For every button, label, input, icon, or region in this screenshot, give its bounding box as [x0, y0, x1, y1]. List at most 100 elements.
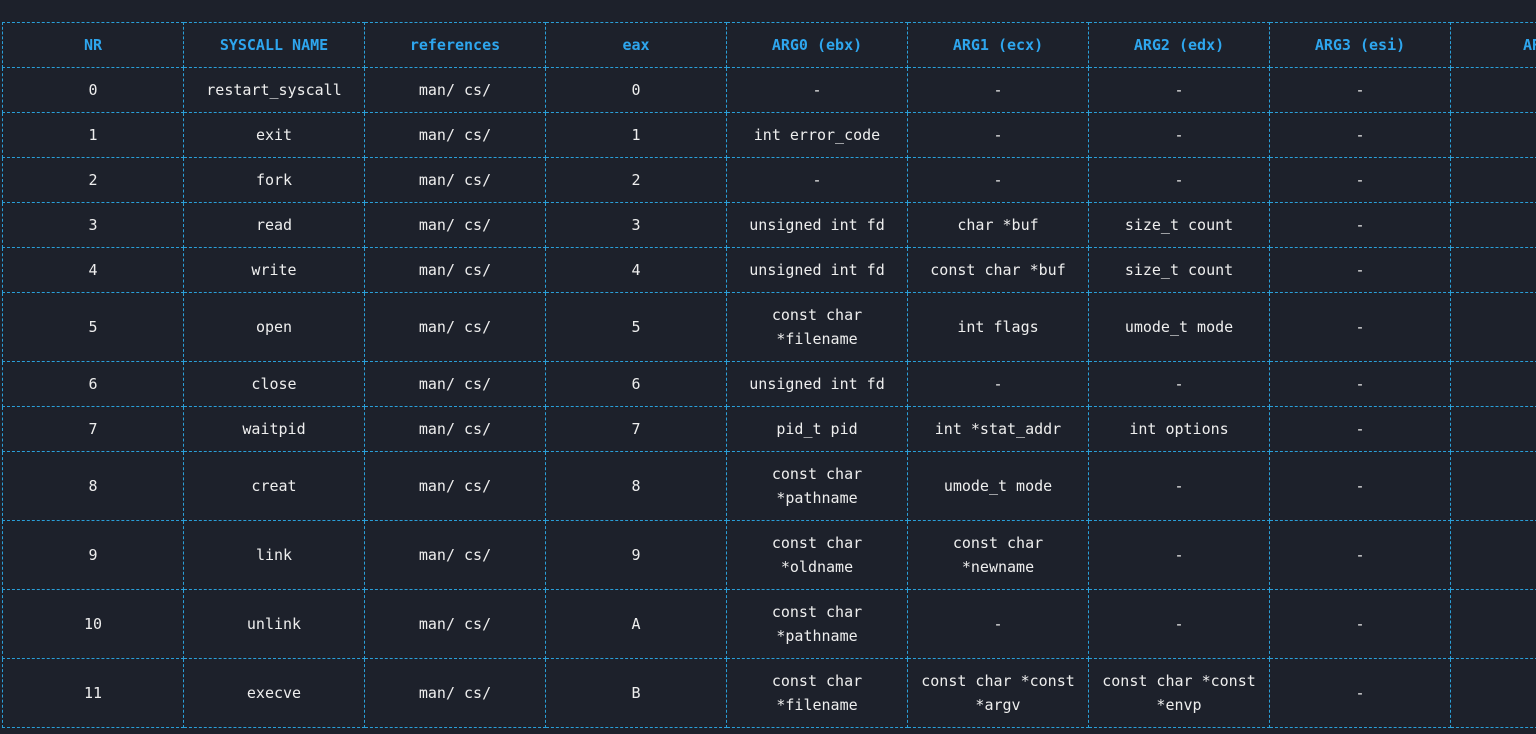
cell-arg4: - — [1450, 247, 1536, 293]
table-row: 5 open man/ cs/5 const char *filename int fl… — [2, 292, 1536, 362]
cell-arg3: - — [1269, 292, 1451, 362]
cell-references[interactable]: man/ cs/ — [364, 520, 546, 590]
cell-syscall-name: exit — [183, 112, 365, 158]
cell-references[interactable]: man/ cs/ — [364, 361, 546, 407]
cell-arg2: - — [1088, 361, 1270, 407]
cell-syscall-name: restart_syscall — [183, 67, 365, 113]
table-row: 4 write man/ cs/4 unsigned int fd const char… — [2, 247, 1536, 293]
cell-arg3: - — [1269, 658, 1451, 728]
cell-syscall-name: close — [183, 361, 365, 407]
cell-arg3: - — [1269, 520, 1451, 590]
cell-references[interactable]: man/ cs/ — [364, 112, 546, 158]
cell-references[interactable]: man/ cs/ — [364, 157, 546, 203]
header-row: NR SYSCALL NAME references eax ARG0 (ebx… — [2, 22, 1536, 68]
cell-eax: 2 — [545, 157, 727, 203]
cell-eax: 0 — [545, 67, 727, 113]
header-nr[interactable]: NR — [2, 22, 184, 68]
cell-arg0: - — [726, 67, 908, 113]
cell-references[interactable]: man/ cs/ — [364, 67, 546, 113]
cell-arg3: - — [1269, 202, 1451, 248]
cell-arg4: - — [1450, 292, 1536, 362]
cell-arg1: int flags — [907, 292, 1089, 362]
header-references[interactable]: references — [364, 22, 546, 68]
cell-arg2: size_t count — [1088, 202, 1270, 248]
cell-nr: 2 — [2, 157, 184, 203]
cell-references[interactable]: man/ cs/ — [364, 451, 546, 521]
table-row: 8 creat man/ cs/8 const char *pathname umode… — [2, 451, 1536, 521]
cell-arg2: const char *const *envp — [1088, 658, 1270, 728]
cell-arg1: int *stat_addr — [907, 406, 1089, 452]
cell-arg2: - — [1088, 67, 1270, 113]
header-arg3[interactable]: ARG3 (esi) — [1269, 22, 1451, 68]
cell-arg4: - — [1450, 361, 1536, 407]
cell-syscall-name: execve — [183, 658, 365, 728]
cell-eax: 6 — [545, 361, 727, 407]
cell-arg0: const char *pathname — [726, 589, 908, 659]
cell-references[interactable]: man/ cs/ — [364, 658, 546, 728]
cell-nr: 8 — [2, 451, 184, 521]
cell-syscall-name: creat — [183, 451, 365, 521]
cell-nr: 9 — [2, 520, 184, 590]
header-syscall-name[interactable]: SYSCALL NAME — [183, 22, 365, 68]
cell-references[interactable]: man/ cs/ — [364, 292, 546, 362]
cell-arg2: - — [1088, 520, 1270, 590]
table-row: 0restart_syscallman/ cs/0----- — [2, 67, 1536, 113]
cell-arg1: umode_t mode — [907, 451, 1089, 521]
cell-arg1: - — [907, 112, 1089, 158]
cell-references[interactable]: man/ cs/ — [364, 247, 546, 293]
cell-nr: 4 — [2, 247, 184, 293]
cell-arg3: - — [1269, 589, 1451, 659]
cell-arg4: - — [1450, 658, 1536, 728]
cell-syscall-name: fork — [183, 157, 365, 203]
cell-arg4: - — [1450, 67, 1536, 113]
cell-references[interactable]: man/ cs/ — [364, 406, 546, 452]
cell-eax: 8 — [545, 451, 727, 521]
table-row: 9 link man/ cs/9 const char *oldname const c… — [2, 520, 1536, 590]
cell-arg3: - — [1269, 361, 1451, 407]
cell-arg2: size_t count — [1088, 247, 1270, 293]
cell-arg0: const char *pathname — [726, 451, 908, 521]
table-row: 1exitman/ cs/1int error_code---- — [2, 112, 1536, 158]
cell-arg0: const char *filename — [726, 292, 908, 362]
cell-eax: 7 — [545, 406, 727, 452]
cell-nr: 11 — [2, 658, 184, 728]
cell-arg0: unsigned int fd — [726, 247, 908, 293]
cell-arg2: int options — [1088, 406, 1270, 452]
cell-syscall-name: waitpid — [183, 406, 365, 452]
cell-arg1: - — [907, 361, 1089, 407]
cell-references[interactable]: man/ cs/ — [364, 202, 546, 248]
cell-arg0: unsigned int fd — [726, 361, 908, 407]
cell-nr: 3 — [2, 202, 184, 248]
cell-arg1: const char *buf — [907, 247, 1089, 293]
cell-references[interactable]: man/ cs/ — [364, 589, 546, 659]
cell-arg3: - — [1269, 451, 1451, 521]
table-header: NR SYSCALL NAME references eax ARG0 (ebx… — [2, 22, 1536, 68]
cell-arg4: - — [1450, 451, 1536, 521]
cell-arg0: int error_code — [726, 112, 908, 158]
cell-arg2: umode_t mode — [1088, 292, 1270, 362]
table-row: 11 execve man/ cs/Bconst char *filename con… — [2, 658, 1536, 728]
cell-syscall-name: unlink — [183, 589, 365, 659]
cell-nr: 5 — [2, 292, 184, 362]
cell-syscall-name: link — [183, 520, 365, 590]
header-arg0[interactable]: ARG0 (ebx) — [726, 22, 908, 68]
cell-arg0: - — [726, 157, 908, 203]
cell-arg4: - — [1450, 589, 1536, 659]
header-arg1[interactable]: ARG1 (ecx) — [907, 22, 1089, 68]
cell-nr: 0 — [2, 67, 184, 113]
cell-arg3: - — [1269, 112, 1451, 158]
table-row: 10 unlink man/ cs/Aconst char *pathname - - -… — [2, 589, 1536, 659]
header-arg4[interactable]: ARG4 — [1450, 22, 1536, 68]
cell-arg4: - — [1450, 520, 1536, 590]
syscall-table-container: NR SYSCALL NAME references eax ARG0 (ebx… — [2, 22, 1536, 734]
cell-arg3: - — [1269, 247, 1451, 293]
header-eax[interactable]: eax — [545, 22, 727, 68]
table-row: 7 waitpid man/ cs/7 pid_t pid int *stat_addr… — [2, 406, 1536, 452]
cell-arg1: - — [907, 67, 1089, 113]
cell-arg4: - — [1450, 406, 1536, 452]
table-body: 0restart_syscallman/ cs/0-----1exitman/ … — [2, 67, 1536, 728]
cell-arg0: const char *oldname — [726, 520, 908, 590]
cell-arg4: - — [1450, 202, 1536, 248]
cell-arg2: - — [1088, 157, 1270, 203]
header-arg2[interactable]: ARG2 (edx) — [1088, 22, 1270, 68]
